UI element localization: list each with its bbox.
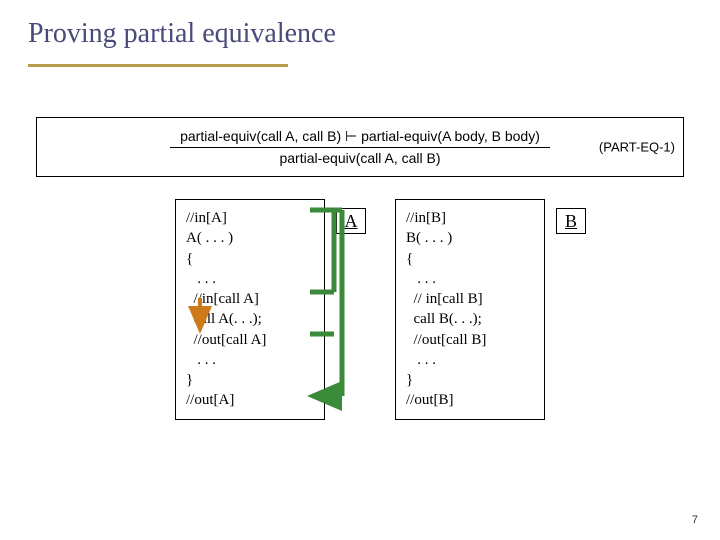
- title-area: Proving partial equivalence: [0, 0, 720, 58]
- rule-name-label: (PART-EQ-1): [599, 140, 675, 155]
- code-line: B( . . . ): [406, 228, 534, 248]
- code-box-b: B //in[B] B( . . . ) { . . . // in[call …: [395, 199, 545, 420]
- code-line: . . .: [406, 350, 534, 370]
- code-line: }: [406, 370, 534, 390]
- rule-divider: [170, 147, 550, 148]
- code-line: // in[call B]: [406, 289, 534, 309]
- code-line: . . .: [186, 350, 314, 370]
- code-line: //out[call B]: [406, 330, 534, 350]
- code-line: //in[A]: [186, 208, 314, 228]
- code-row: A //in[A] A( . . . ) { . . . //in[call A…: [0, 199, 720, 420]
- rule-conclusion: partial-equiv(call A, call B): [279, 150, 440, 166]
- code-line: }: [186, 370, 314, 390]
- code-line: //out[A]: [186, 390, 314, 410]
- badge-b: B: [556, 208, 586, 234]
- badge-a: A: [336, 208, 366, 234]
- code-line: {: [406, 249, 534, 269]
- code-line: call B(. . .);: [406, 309, 534, 329]
- code-box-a: A //in[A] A( . . . ) { . . . //in[call A…: [175, 199, 325, 420]
- code-line: . . .: [186, 269, 314, 289]
- code-line: {: [186, 249, 314, 269]
- title-underline: [28, 64, 288, 67]
- code-line: //out[B]: [406, 390, 534, 410]
- slide-title: Proving partial equivalence: [28, 18, 692, 50]
- code-line: //out[call A]: [186, 330, 314, 350]
- code-line: call A(. . .);: [186, 309, 314, 329]
- inference-rule-box: partial-equiv(call A, call B) ⊢ partial-…: [36, 117, 684, 177]
- page-number: 7: [692, 514, 698, 526]
- code-line: //in[B]: [406, 208, 534, 228]
- code-line: . . .: [406, 269, 534, 289]
- rule-premise: partial-equiv(call A, call B) ⊢ partial-…: [180, 128, 540, 145]
- code-line: A( . . . ): [186, 228, 314, 248]
- code-line: //in[call A]: [186, 289, 314, 309]
